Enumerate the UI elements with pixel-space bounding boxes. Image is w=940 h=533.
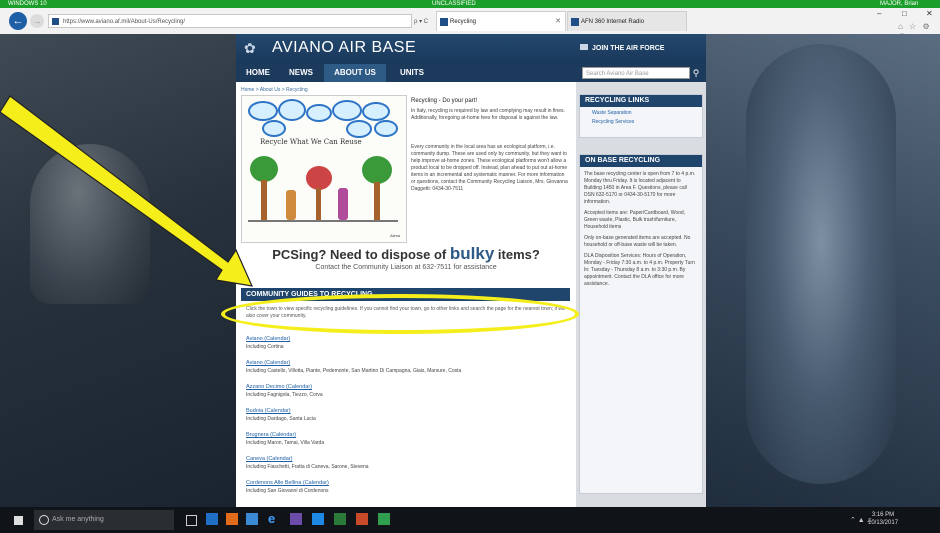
clock-time: 3:16 PM: [871, 512, 895, 518]
yellow-arrow-annotation: [0, 95, 254, 287]
annotation-overlay: [0, 95, 254, 287]
app-icon[interactable]: [246, 513, 258, 525]
clock-date: 10/13/2017: [868, 520, 899, 526]
folder-icon[interactable]: [226, 513, 238, 525]
outlook-icon[interactable]: [312, 513, 324, 525]
cortana-icon: [39, 515, 49, 525]
app-icon[interactable]: [378, 513, 390, 525]
store-icon[interactable]: [206, 513, 218, 525]
powerpoint-icon[interactable]: [356, 513, 368, 525]
taskbar-search-input[interactable]: Ask me anything: [34, 510, 174, 530]
task-view-icon[interactable]: [186, 515, 197, 526]
app-icon[interactable]: [290, 513, 302, 525]
excel-icon[interactable]: [334, 513, 346, 525]
taskbar-search-placeholder: Ask me anything: [52, 516, 104, 523]
taskbar-clock[interactable]: 3:16 PM 10/13/2017: [868, 511, 898, 527]
windows-taskbar: Ask me anything e ⌃ ▲ ♫ 3:16 PM 10/13/20…: [0, 507, 940, 533]
yellow-ellipse-annotation: [221, 294, 579, 334]
internet-explorer-icon[interactable]: e: [268, 512, 280, 525]
windows-start-icon[interactable]: [14, 516, 23, 525]
